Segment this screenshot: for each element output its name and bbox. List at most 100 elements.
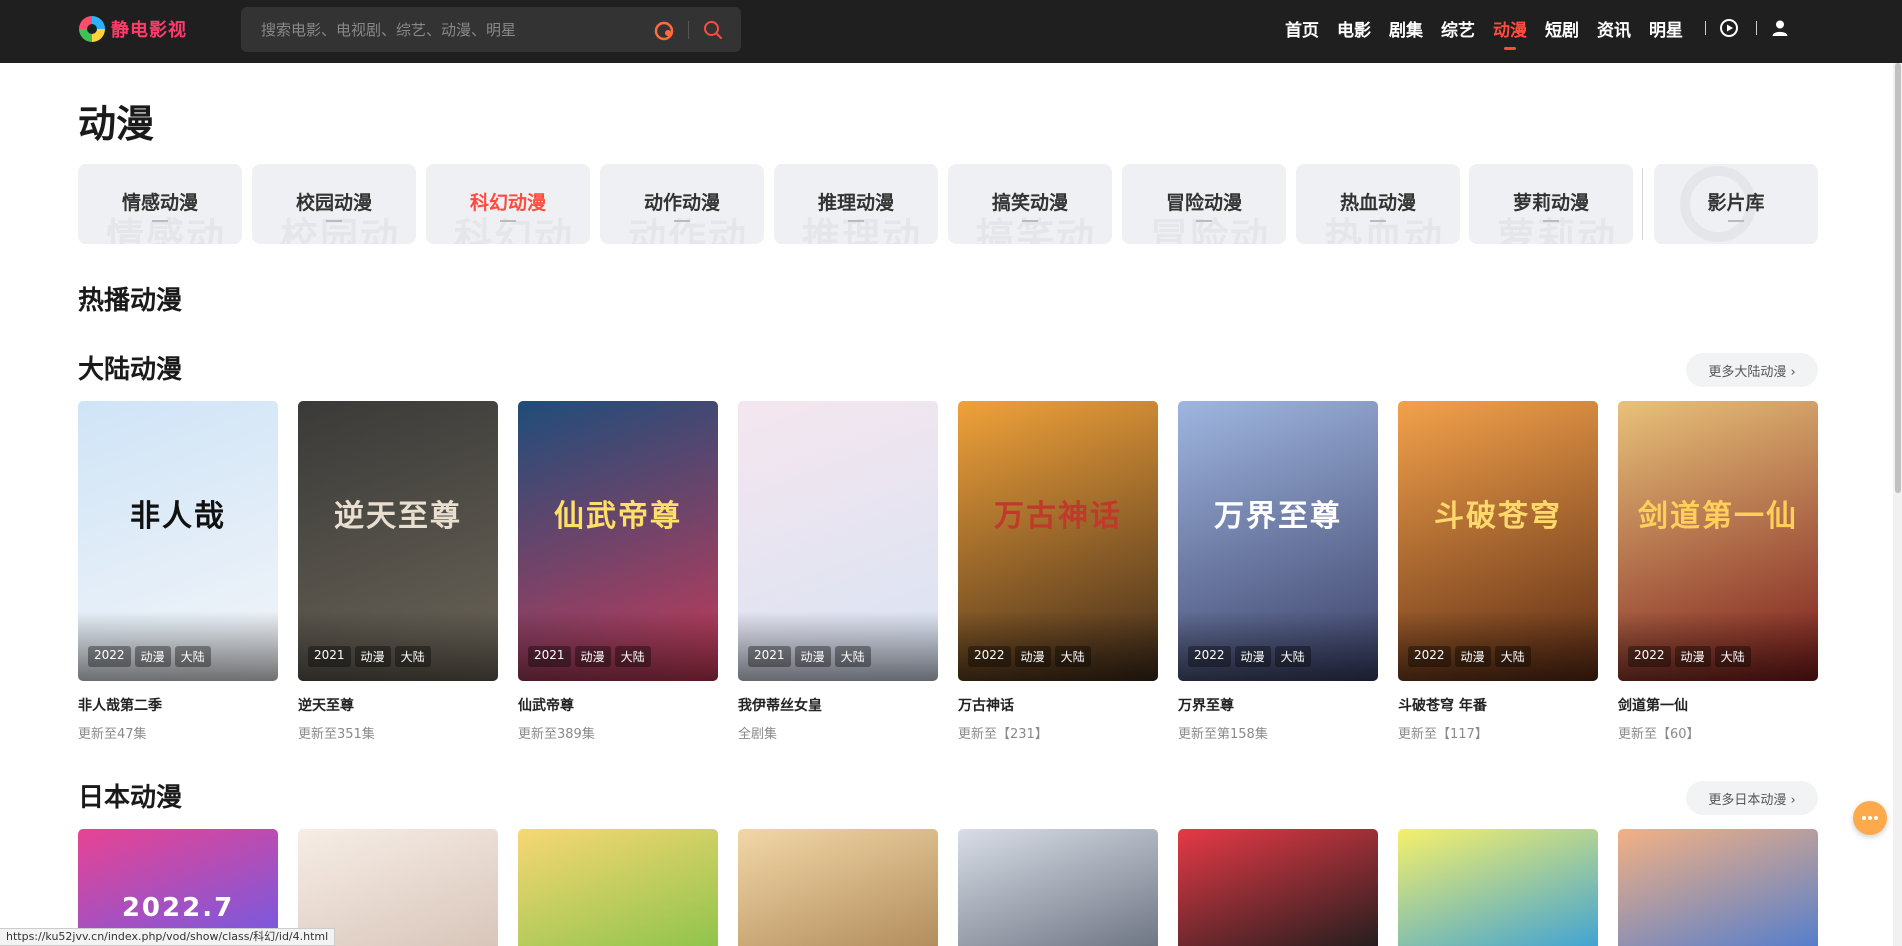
poster-title-art: 万古神话	[994, 499, 1122, 534]
category-chip[interactable]: 冒险动 冒险动漫	[1122, 164, 1286, 244]
status-bar-url: https://ku52jvv.cn/index.php/vod/show/cl…	[0, 928, 336, 946]
poster-title-art: 万界至尊	[1214, 499, 1342, 534]
card-title[interactable]: 斗破苍穹 年番	[1398, 695, 1598, 715]
card-episode-status: 更新至【117】	[1398, 727, 1488, 742]
card-title[interactable]: 逆天至尊	[298, 695, 498, 715]
card-episode-status: 更新至【231】	[958, 727, 1048, 742]
more-options-icon[interactable]	[1853, 801, 1887, 835]
nav-variety[interactable]: 综艺	[1441, 16, 1475, 41]
card-poster[interactable]: 万古神话 2022 动漫 大陆	[958, 401, 1158, 681]
more-japan-button[interactable]: 更多日本动漫 ›	[1686, 781, 1818, 815]
poster-title-art: 斗破苍穹	[1434, 499, 1562, 534]
anime-card[interactable]: 2021 动漫 大陆 我伊蒂丝女皇 全剧集	[738, 401, 938, 742]
card-tag: 2021	[308, 646, 351, 667]
card-tag: 动漫	[1674, 646, 1711, 667]
nav-home[interactable]: 首页	[1285, 16, 1319, 41]
card-title[interactable]: 万古神话	[958, 695, 1158, 715]
anime-card[interactable]: 仙武帝尊 2021 动漫 大陆 仙武帝尊 更新至389集	[518, 401, 718, 742]
nav-short-drama[interactable]: 短剧	[1545, 16, 1579, 41]
chip-label: 校园动漫	[295, 192, 372, 214]
card-tags: 2021 动漫 大陆	[528, 646, 651, 667]
card-poster[interactable]: 万界至尊 2022 动漫 大陆	[1178, 401, 1378, 681]
section-title-hot: 热播动漫	[78, 286, 183, 316]
chip-label: 热血动漫	[1339, 192, 1416, 214]
nav-separator	[1705, 21, 1706, 35]
card-tag: 动漫	[794, 646, 831, 667]
nav-series[interactable]: 剧集	[1389, 16, 1423, 41]
card-tag: 动漫	[1014, 646, 1051, 667]
category-chip[interactable]: 搞笑动 搞笑动漫	[948, 164, 1112, 244]
anime-card[interactable]	[1618, 829, 1818, 946]
category-chip[interactable]: 情感动 情感动漫	[78, 164, 242, 244]
category-chip[interactable]: 动作动 动作动漫	[600, 164, 764, 244]
card-tags: 2022 动漫 大陆	[968, 646, 1091, 667]
anime-card[interactable]: 斗破苍穹 2022 动漫 大陆 斗破苍穹 年番 更新至【117】	[1398, 401, 1598, 742]
anime-card[interactable]	[1178, 829, 1378, 946]
site-logo[interactable]: 静电影视	[79, 14, 187, 44]
card-tag: 2021	[748, 646, 791, 667]
anime-card[interactable]: 非人哉 2022 动漫 大陆非人哉第二季更新至47集	[78, 401, 278, 742]
card-poster[interactable]	[1398, 829, 1598, 946]
card-poster[interactable]: 仙武帝尊 2021 动漫 大陆	[518, 401, 718, 681]
card-poster[interactable]	[738, 829, 938, 946]
nav-movie[interactable]: 电影	[1337, 16, 1371, 41]
card-poster[interactable]	[1178, 829, 1378, 946]
section-title-mainland: 大陆动漫	[78, 355, 183, 385]
card-tag: 大陆	[1054, 646, 1091, 667]
user-icon[interactable]	[1769, 17, 1791, 39]
nav-stars[interactable]: 明星	[1649, 16, 1683, 41]
nav-anime[interactable]: 动漫	[1493, 16, 1527, 50]
card-poster[interactable]: 剑道第一仙 2022 动漫 大陆	[1618, 401, 1818, 681]
card-tag: 动漫	[354, 646, 391, 667]
card-tag: 2022	[1408, 646, 1451, 667]
card-poster[interactable]	[958, 829, 1158, 946]
play-history-icon[interactable]	[1718, 17, 1740, 39]
card-tag: 动漫	[1454, 646, 1491, 667]
card-title[interactable]: 万界至尊	[1178, 695, 1378, 715]
card-episode-status: 更新至47集	[78, 727, 147, 742]
card-poster[interactable]: 非人哉 2022 动漫 大陆	[78, 401, 278, 681]
card-tag: 2022	[968, 646, 1011, 667]
anime-card[interactable]	[958, 829, 1158, 946]
card-tag: 2022	[88, 646, 131, 667]
top-header: 静电影视 首页 电影 剧集 综艺 动漫 短剧 资讯 明星	[0, 0, 1902, 63]
chip-underline	[674, 220, 690, 222]
anime-card[interactable]: 剑道第一仙 2022 动漫 大陆 剑道第一仙 更新至【60】	[1618, 401, 1818, 742]
more-mainland-button[interactable]: 更多大陆动漫 ›	[1686, 353, 1818, 387]
anime-card[interactable]: 逆天至尊 2021 动漫 大陆 逆天至尊 更新至351集	[298, 401, 498, 742]
card-title[interactable]: 非人哉第二季	[78, 695, 278, 715]
card-title[interactable]: 仙武帝尊	[518, 695, 718, 715]
card-poster[interactable]	[1618, 829, 1818, 946]
card-tag: 2022	[1628, 646, 1671, 667]
chip-underline	[1370, 220, 1386, 222]
category-chip[interactable]: 萝莉动 萝莉动漫	[1469, 164, 1633, 244]
anime-card[interactable]: 万古神话 2022 动漫 大陆 万古神话 更新至【231】	[958, 401, 1158, 742]
scrollbar-thumb[interactable]	[1895, 63, 1901, 493]
card-tags: 2022 动漫 大陆	[88, 646, 211, 667]
card-poster[interactable]: 2021 动漫 大陆	[738, 401, 938, 681]
category-chip[interactable]: 热血动 热血动漫	[1296, 164, 1460, 244]
chip-label: 冒险动漫	[1165, 192, 1242, 214]
search-icon[interactable]	[700, 17, 726, 43]
film-library-chip[interactable]: 影片库	[1654, 164, 1818, 244]
card-title[interactable]: 剑道第一仙	[1618, 695, 1818, 715]
card-tag: 大陆	[614, 646, 651, 667]
anime-card[interactable]	[518, 829, 718, 946]
nav-separator	[1756, 21, 1757, 35]
nav-news[interactable]: 资讯	[1597, 16, 1631, 41]
card-poster[interactable]: 斗破苍穹 2022 动漫 大陆	[1398, 401, 1598, 681]
anime-card[interactable]	[1398, 829, 1598, 946]
card-tag: 动漫	[134, 646, 171, 667]
category-chip[interactable]: 校园动 校园动漫	[252, 164, 416, 244]
card-poster[interactable]	[518, 829, 718, 946]
category-chip[interactable]: 推理动 推理动漫	[774, 164, 938, 244]
search-input[interactable]	[261, 7, 641, 52]
card-title[interactable]: 我伊蒂丝女皇	[738, 695, 938, 715]
anime-card[interactable]	[738, 829, 938, 946]
category-chip-active[interactable]: 科幻动 科幻动漫	[426, 164, 590, 244]
anime-card[interactable]: 万界至尊 2022 动漫 大陆 万界至尊 更新至第158集	[1178, 401, 1378, 742]
poster-title-art: 2022.7	[121, 893, 235, 923]
card-poster[interactable]: 逆天至尊 2021 动漫 大陆	[298, 401, 498, 681]
chip-underline	[152, 220, 168, 222]
hot-fire-icon[interactable]	[653, 19, 675, 41]
